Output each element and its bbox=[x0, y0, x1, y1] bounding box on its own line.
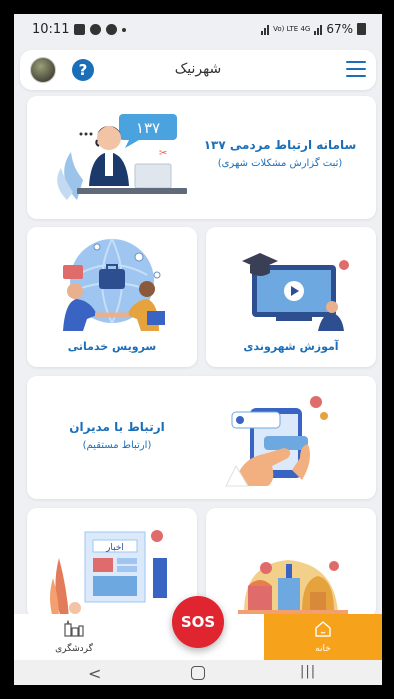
call-center-operator-illustration: ۱۳۷ ✂ bbox=[57, 114, 187, 200]
nav-home-label: خانه bbox=[315, 644, 331, 654]
phone-screen: 10:11 Vo) LTE 4G 67% ? شهرنیک ۱۳۷ ✂ ساما… bbox=[14, 14, 382, 685]
status-time: 10:11 bbox=[32, 22, 70, 37]
signal-icon-2 bbox=[314, 24, 323, 35]
tourism-card[interactable] bbox=[206, 508, 376, 618]
hotline-text: سامانه ارتباط مردمی ۱۳۷ (ثبت گزارش مشکلا… bbox=[200, 138, 360, 169]
signal-icon bbox=[261, 24, 270, 35]
notification-icon bbox=[106, 24, 118, 35]
managers-text: ارتباط با مدیران (ارتباط مستقیم) bbox=[57, 420, 177, 451]
back-icon[interactable]: < bbox=[88, 664, 101, 683]
hotline-137-card[interactable]: ۱۳۷ ✂ سامانه ارتباط مردمی ۱۳۷ (ثبت گزارش… bbox=[27, 96, 376, 219]
hamburger-menu-icon[interactable] bbox=[346, 61, 366, 77]
svg-text:✂: ✂ bbox=[159, 148, 167, 159]
education-title: آموزش شهروندی bbox=[243, 340, 339, 353]
sos-button[interactable]: SOS bbox=[172, 596, 224, 648]
hotline-title: سامانه ارتباط مردمی ۱۳۷ bbox=[203, 138, 357, 152]
phone-messaging-illustration bbox=[225, 396, 328, 487]
system-home-icon[interactable] bbox=[191, 666, 205, 680]
newspaper-kiosk-illustration: اخبار bbox=[50, 530, 167, 618]
business-handshake-illustration bbox=[63, 238, 165, 331]
status-bar: 10:11 Vo) LTE 4G 67% bbox=[14, 14, 382, 48]
recent-apps-icon[interactable]: ||| bbox=[300, 664, 316, 679]
hotline-bubble-text: ۱۳۷ bbox=[136, 119, 160, 137]
managers-subtitle: (ارتباط مستقیم) bbox=[82, 440, 152, 451]
hotline-subtitle: (ثبت گزارش مشکلات شهری) bbox=[217, 158, 343, 169]
whatsapp-icon bbox=[90, 24, 102, 35]
network-type: Vo) LTE 4G bbox=[273, 25, 311, 33]
managers-card[interactable]: ارتباط با مدیران (ارتباط مستقیم) bbox=[27, 376, 376, 499]
status-right: Vo) LTE 4G 67% bbox=[261, 22, 366, 36]
city-landmarks-illustration bbox=[238, 560, 348, 614]
nav-tourism-label: گردشگری bbox=[55, 644, 93, 654]
video-learning-illustration bbox=[242, 253, 349, 331]
education-card[interactable]: آموزش شهروندی bbox=[206, 227, 376, 367]
home-icon bbox=[315, 621, 331, 637]
more-notifications-icon bbox=[122, 27, 127, 32]
app-title: شهرنیک bbox=[174, 61, 222, 77]
nav-tourism[interactable]: گردشگری bbox=[44, 614, 104, 660]
battery-icon bbox=[357, 23, 366, 35]
app-bar: ? شهرنیک bbox=[20, 50, 376, 90]
system-navigation-bar: < ||| bbox=[14, 660, 382, 685]
managers-title: ارتباط با مدیران bbox=[69, 420, 165, 434]
services-card[interactable]: سرویس خدماتی bbox=[27, 227, 197, 367]
gallery-icon bbox=[74, 24, 86, 35]
nav-home[interactable]: خانه bbox=[264, 614, 382, 660]
battery-percent: 67% bbox=[326, 22, 353, 36]
news-card[interactable]: اخبار bbox=[27, 508, 197, 618]
news-sign-text: اخبار bbox=[105, 543, 124, 553]
services-title: سرویس خدماتی bbox=[67, 340, 157, 353]
buildings-icon bbox=[64, 620, 84, 637]
status-left: 10:11 bbox=[32, 22, 127, 37]
